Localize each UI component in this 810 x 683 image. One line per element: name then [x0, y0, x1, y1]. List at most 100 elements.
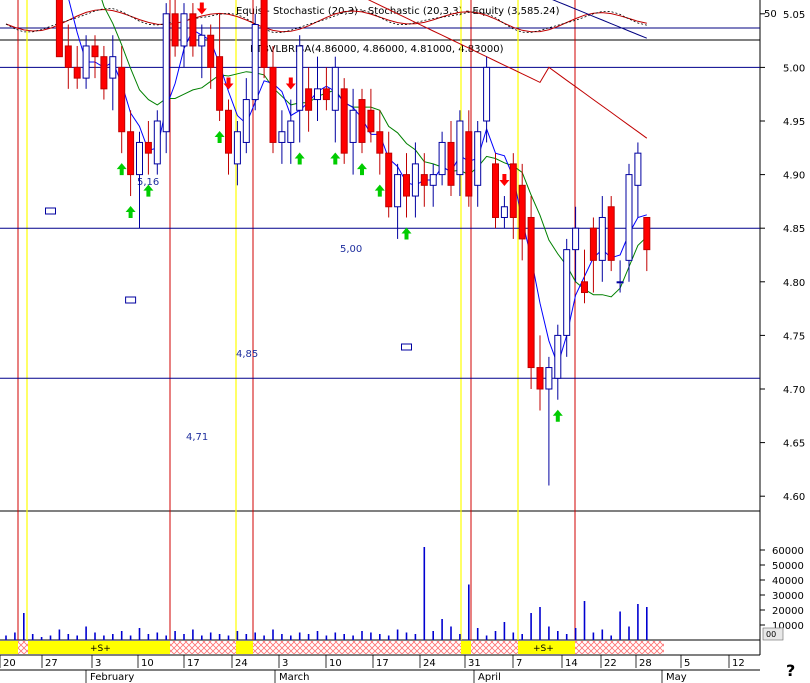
candle-body [242, 99, 250, 143]
candle-body [474, 131, 482, 186]
signal-strip-label: +S+ [90, 644, 111, 654]
candle-body [447, 141, 455, 186]
candle-body [358, 99, 366, 143]
candle-body [403, 174, 410, 197]
exit-marker-icon [45, 207, 56, 215]
candle-body [527, 216, 535, 369]
candle-body [492, 163, 499, 218]
date-tick-label: 22 [604, 658, 617, 669]
candle-body [225, 109, 232, 154]
signal-strip-hatch [170, 641, 236, 654]
date-tick-label: 7 [516, 658, 522, 669]
candle-body [189, 13, 197, 47]
candle-body [287, 120, 295, 143]
price-tick-label: 4.95 [783, 117, 805, 128]
price-tick-label: 4.65 [783, 439, 805, 450]
date-tick-label: 14 [565, 658, 578, 669]
candle-body [207, 34, 215, 68]
month-label: April [478, 672, 501, 683]
price-tick-label: 4.75 [783, 331, 805, 342]
volume-tick-label: 30000 [772, 591, 804, 602]
oscillator-tick: 50 [764, 9, 777, 20]
date-tick-label: 10 [141, 658, 154, 669]
candle-body [269, 66, 277, 143]
help-button[interactable]: ? [786, 661, 804, 680]
candle-body [91, 45, 99, 58]
candle-body [331, 66, 339, 111]
candle-body [554, 334, 562, 379]
candle-body [109, 56, 117, 79]
candle-body [296, 45, 304, 111]
candle-body [322, 88, 330, 101]
candle-body [518, 184, 526, 240]
signal-strip-hatch [253, 641, 461, 654]
date-tick-label: 28 [639, 658, 652, 669]
candle-body [118, 66, 126, 133]
oscillator-title: Equis - Stochastic (20,3) - Stochastic (… [236, 6, 560, 17]
date-tick-label: 31 [468, 658, 481, 669]
candle-body [634, 152, 642, 186]
date-tick-label: 27 [45, 658, 58, 669]
candle-body [216, 56, 224, 111]
signal-strip-hatch [471, 641, 518, 654]
candle-body [625, 174, 633, 261]
date-tick-label: 17 [376, 658, 389, 669]
candle-body [100, 56, 108, 90]
candle-body [563, 249, 571, 336]
candle-body [314, 88, 321, 101]
price-tick-label: 4.70 [783, 385, 805, 396]
candle-body [581, 281, 588, 294]
candle-body [643, 216, 651, 251]
date-tick-label: 24 [423, 658, 436, 669]
candle-body [572, 227, 580, 251]
candle-body [509, 163, 517, 218]
candle-body [429, 174, 437, 186]
candle-body [136, 141, 143, 176]
level-label: 5,00 [340, 244, 362, 255]
signal-strip-hatch [575, 641, 664, 654]
date-tick-label: 5 [684, 658, 690, 669]
candle-body [394, 174, 402, 208]
signal-strip-label: +S+ [533, 644, 554, 654]
candle-body [82, 45, 90, 79]
candle-body [367, 109, 375, 133]
candle-body [420, 174, 428, 186]
candle-body [171, 13, 179, 47]
price-tick-label: 4.90 [783, 171, 805, 182]
candle-body [251, 24, 259, 101]
stock-chart: Equis - Stochastic (20,3) - Stochastic (… [0, 0, 810, 683]
candle-body [385, 152, 393, 208]
candle-body [536, 367, 544, 390]
candle-body [305, 88, 313, 111]
price-tick-label: 4.85 [783, 224, 805, 235]
candle-body [376, 131, 384, 154]
candle-body [598, 216, 606, 261]
candle-body [545, 367, 553, 390]
volume-scale-label: 00 [766, 630, 776, 639]
candle-body [260, 0, 268, 68]
candle-body [55, 0, 63, 58]
candle-body [278, 131, 286, 143]
month-label: February [90, 672, 134, 683]
exit-marker-icon [401, 343, 412, 351]
candle-body [465, 131, 473, 197]
date-tick-label: 3 [95, 658, 101, 669]
candle-body [456, 120, 464, 176]
candle-body [144, 141, 152, 154]
month-label: March [279, 672, 309, 683]
date-tick-label: 3 [282, 658, 288, 669]
candle-body [438, 141, 446, 176]
level-label: 4,71 [186, 432, 208, 443]
security-title: PTBVLBRISA(4.86000, 4.86000, 4.81000, 4.… [250, 44, 504, 55]
volume-tick-label: 60000 [772, 546, 804, 557]
price-tick-label: 5.05 [783, 10, 805, 21]
signal-strip: +S+ +S+ [0, 641, 664, 654]
candle-body [349, 109, 357, 143]
volume-tick-label: 40000 [772, 576, 804, 587]
exit-marker-icon [125, 296, 137, 304]
candle-body [127, 131, 135, 176]
candle-body [483, 66, 491, 122]
price-tick-label: 4.80 [783, 278, 805, 289]
date-tick-label: 20 [3, 658, 16, 669]
candle-body [153, 120, 161, 165]
